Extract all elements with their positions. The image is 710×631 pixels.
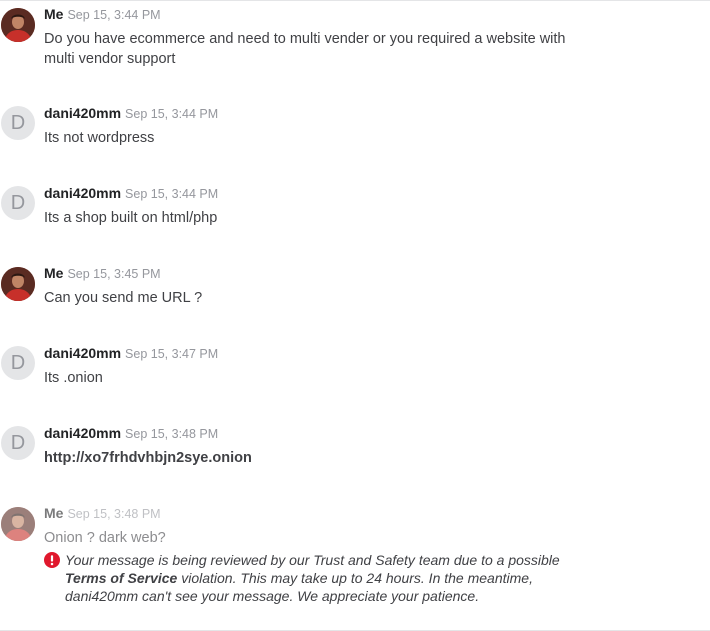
message-meta: Me Sep 15, 3:48 PM	[44, 504, 161, 523]
sender-name[interactable]: dani420mm	[44, 185, 121, 201]
user-avatar[interactable]	[1, 507, 35, 541]
review-notice: Your message is being reviewed by our Tr…	[44, 551, 564, 605]
sender-name[interactable]: dani420mm	[44, 425, 121, 441]
message-timestamp: Sep 15, 3:47 PM	[125, 347, 219, 361]
message-meta: Me Sep 15, 3:45 PM	[44, 264, 161, 283]
sender-name[interactable]: dani420mm	[44, 105, 121, 121]
message-link-text[interactable]: http://xo7frhdvhbjn2sye.onion	[44, 448, 584, 468]
message-timestamp: Sep 15, 3:48 PM	[67, 507, 161, 521]
message-timestamp: Sep 15, 3:48 PM	[125, 427, 219, 441]
message-meta: dani420mm Sep 15, 3:44 PM	[44, 104, 218, 123]
message-text: Its a shop built on html/php	[44, 210, 218, 226]
message-text: Its not wordpress	[44, 130, 155, 146]
user-avatar[interactable]	[1, 8, 35, 42]
message-meta: dani420mm Sep 15, 3:48 PM	[44, 424, 218, 443]
message-text: Its .onion	[44, 370, 103, 386]
message-meta: dani420mm Sep 15, 3:47 PM	[44, 344, 218, 363]
message-text: Onion ? dark web?	[44, 530, 166, 546]
message-timestamp: Sep 15, 3:44 PM	[125, 107, 219, 121]
exclamation-circle-icon	[44, 552, 60, 568]
message-timestamp: Sep 15, 3:45 PM	[67, 267, 161, 281]
conversation-thread: Me Sep 15, 3:44 PM Do you have ecommerce …	[0, 0, 710, 631]
sender-name[interactable]: Me	[44, 6, 63, 22]
terms-of-service-text: Terms of Service	[65, 570, 178, 586]
sender-name[interactable]: Me	[44, 265, 63, 281]
user-avatar[interactable]	[1, 267, 35, 301]
sender-name[interactable]: dani420mm	[44, 345, 121, 361]
message-meta: Me Sep 15, 3:44 PM	[44, 5, 161, 24]
user-avatar[interactable]: D	[1, 426, 35, 460]
review-notice-text: Your message is being reviewed by our Tr…	[44, 551, 564, 605]
message-meta: dani420mm Sep 15, 3:44 PM	[44, 184, 218, 203]
message-timestamp: Sep 15, 3:44 PM	[125, 187, 219, 201]
user-avatar[interactable]: D	[1, 106, 35, 140]
message-timestamp: Sep 15, 3:44 PM	[67, 8, 161, 22]
user-avatar[interactable]: D	[1, 346, 35, 380]
sender-name[interactable]: Me	[44, 505, 63, 521]
message-text: Can you send me URL ?	[44, 290, 203, 306]
message-text: Do you have ecommerce and need to multi …	[44, 31, 566, 67]
notice-text-before: Your message is being reviewed by our Tr…	[65, 552, 560, 568]
user-avatar[interactable]: D	[1, 186, 35, 220]
